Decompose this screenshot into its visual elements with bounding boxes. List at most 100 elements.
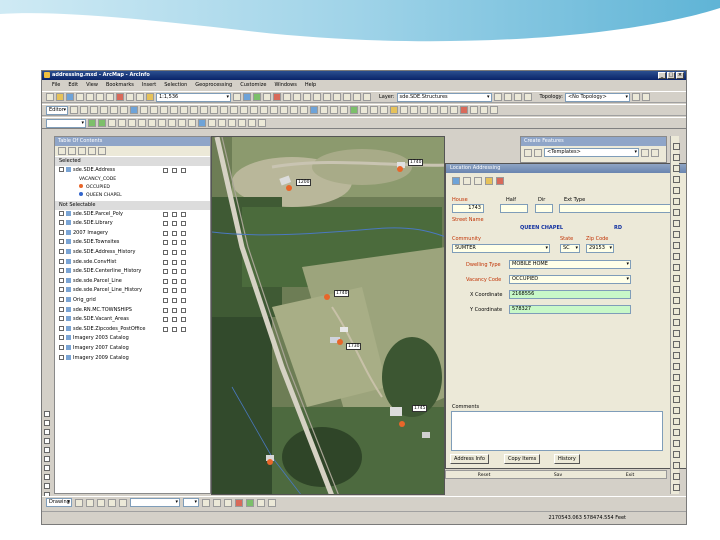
tool-icon[interactable] — [673, 429, 680, 436]
form-icon[interactable] — [485, 177, 493, 185]
measure-icon[interactable] — [218, 119, 226, 127]
footer-save[interactable]: Sav — [554, 471, 562, 478]
map-view[interactable]: 1200 1740 1740 1730 1745 — [211, 136, 445, 495]
maximize-button[interactable]: □ — [667, 72, 675, 79]
snap-flag[interactable] — [172, 297, 177, 303]
menu-insert[interactable]: Insert — [142, 81, 156, 90]
fixed-zoom-in-icon[interactable] — [128, 119, 136, 127]
address-point[interactable] — [286, 185, 292, 191]
menu-view[interactable]: View — [86, 81, 98, 90]
snap-flag[interactable] — [172, 326, 177, 332]
tool-icon[interactable] — [673, 231, 680, 238]
snap-flag[interactable] — [172, 249, 177, 255]
tool-icon[interactable] — [673, 396, 680, 403]
tool-icon[interactable] — [673, 462, 680, 469]
zip-input[interactable]: 29153 — [586, 244, 614, 253]
misc-tool-icon[interactable] — [380, 106, 388, 114]
menu-windows[interactable]: Windows — [274, 81, 296, 90]
clear-selection-icon[interactable] — [178, 119, 186, 127]
fixed-zoom-out-icon[interactable] — [138, 119, 146, 127]
misc-tool-icon[interactable] — [480, 106, 488, 114]
paste-icon[interactable] — [106, 93, 114, 101]
tool-icon[interactable] — [673, 286, 680, 293]
toc-layer[interactable]: sde.SDE.Address_History — [55, 248, 210, 258]
address-point[interactable] — [399, 421, 405, 427]
selectable-flag[interactable] — [163, 278, 168, 284]
tool-icon[interactable] — [673, 407, 680, 414]
toc-layer[interactable]: Imagery 2003 Catalog — [55, 334, 210, 344]
misc-tool-icon[interactable] — [300, 106, 308, 114]
dock-tab-icon[interactable] — [44, 429, 50, 435]
misc-tool-icon[interactable] — [360, 106, 368, 114]
misc-tool-icon[interactable] — [260, 106, 268, 114]
snap-flag[interactable] — [172, 307, 177, 313]
organize-templates-icon[interactable] — [524, 148, 532, 157]
layer-dropdown[interactable]: sde.SDE.Structures — [396, 92, 492, 102]
direction-input[interactable] — [535, 204, 553, 213]
misc-tool-icon[interactable] — [250, 106, 258, 114]
identify-icon[interactable] — [198, 119, 206, 127]
snap-flag[interactable] — [172, 168, 177, 173]
editor-toolbar-icon[interactable] — [233, 93, 241, 101]
visibility-checkbox[interactable] — [59, 306, 64, 312]
tool-icon[interactable] — [673, 165, 680, 172]
python-icon[interactable] — [283, 93, 291, 101]
cut-icon[interactable] — [86, 93, 94, 101]
toc-layer[interactable]: Imagery 2007 Catalog — [55, 344, 210, 354]
dock-tab-icon[interactable] — [44, 420, 50, 426]
toc-layer[interactable]: sde.SDE.Parcel_Poly — [55, 210, 210, 220]
misc-tool-icon[interactable] — [270, 106, 278, 114]
copy-items-button[interactable]: Copy Items — [504, 454, 541, 464]
misc-tool-icon[interactable] — [160, 106, 168, 114]
menu-geoprocessing[interactable]: Geoprocessing — [195, 81, 232, 90]
misc-tool-icon[interactable] — [641, 93, 650, 101]
dock-tab-icon[interactable] — [44, 474, 50, 480]
edit-vertices-icon[interactable] — [80, 106, 88, 114]
label-flag[interactable] — [181, 259, 186, 265]
footer-reset[interactable]: Reset — [478, 471, 491, 478]
editor-menu[interactable]: Editor — [46, 105, 68, 115]
tool-icon[interactable] — [673, 418, 680, 425]
open-folder-icon[interactable] — [56, 93, 64, 101]
reshape-icon[interactable] — [90, 106, 98, 114]
misc-tool-icon[interactable] — [333, 93, 341, 101]
misc-tool-icon[interactable] — [513, 93, 522, 101]
menu-edit[interactable]: Edit — [68, 81, 78, 90]
attributes-icon[interactable] — [130, 106, 138, 114]
list-by-source-icon[interactable] — [68, 147, 76, 155]
selectable-flag[interactable] — [163, 297, 168, 303]
label-flag[interactable] — [181, 307, 186, 313]
tool-icon[interactable] — [673, 319, 680, 326]
snap-flag[interactable] — [172, 317, 177, 323]
vacancy-code-input[interactable]: OCCUPIED — [509, 275, 631, 284]
misc-tool-icon[interactable] — [493, 93, 502, 101]
tool-icon[interactable] — [673, 187, 680, 194]
selectable-flag[interactable] — [163, 326, 168, 332]
select-elements-icon[interactable] — [188, 119, 196, 127]
menu-customize[interactable]: Customize — [240, 81, 266, 90]
catalog-window-icon[interactable] — [253, 93, 261, 101]
snap-flag[interactable] — [172, 211, 177, 217]
bold-icon[interactable] — [202, 498, 210, 507]
dock-tab-icon[interactable] — [44, 447, 50, 453]
misc-tool-icon[interactable] — [430, 106, 438, 114]
dock-tab-icon[interactable] — [44, 456, 50, 462]
search-icon[interactable] — [641, 148, 649, 157]
house-number-input[interactable]: 1743 — [452, 204, 484, 213]
label-flag[interactable] — [181, 211, 186, 217]
ext-type-input[interactable] — [559, 204, 675, 213]
snap-flag[interactable] — [172, 269, 177, 275]
form-icon[interactable] — [474, 177, 482, 185]
redo-icon[interactable] — [136, 93, 144, 101]
dock-tab-icon[interactable] — [44, 483, 50, 489]
form-icon[interactable] — [452, 177, 460, 185]
selectable-flag[interactable] — [163, 259, 168, 265]
snap-flag[interactable] — [172, 240, 177, 246]
close-button[interactable]: × — [676, 72, 684, 79]
text-icon[interactable] — [108, 498, 116, 507]
misc-tool-icon[interactable] — [631, 93, 640, 101]
dock-tab-icon[interactable] — [44, 438, 50, 444]
tool-icon[interactable] — [673, 242, 680, 249]
selectable-flag[interactable] — [163, 249, 168, 255]
misc-tool-icon[interactable] — [220, 106, 228, 114]
